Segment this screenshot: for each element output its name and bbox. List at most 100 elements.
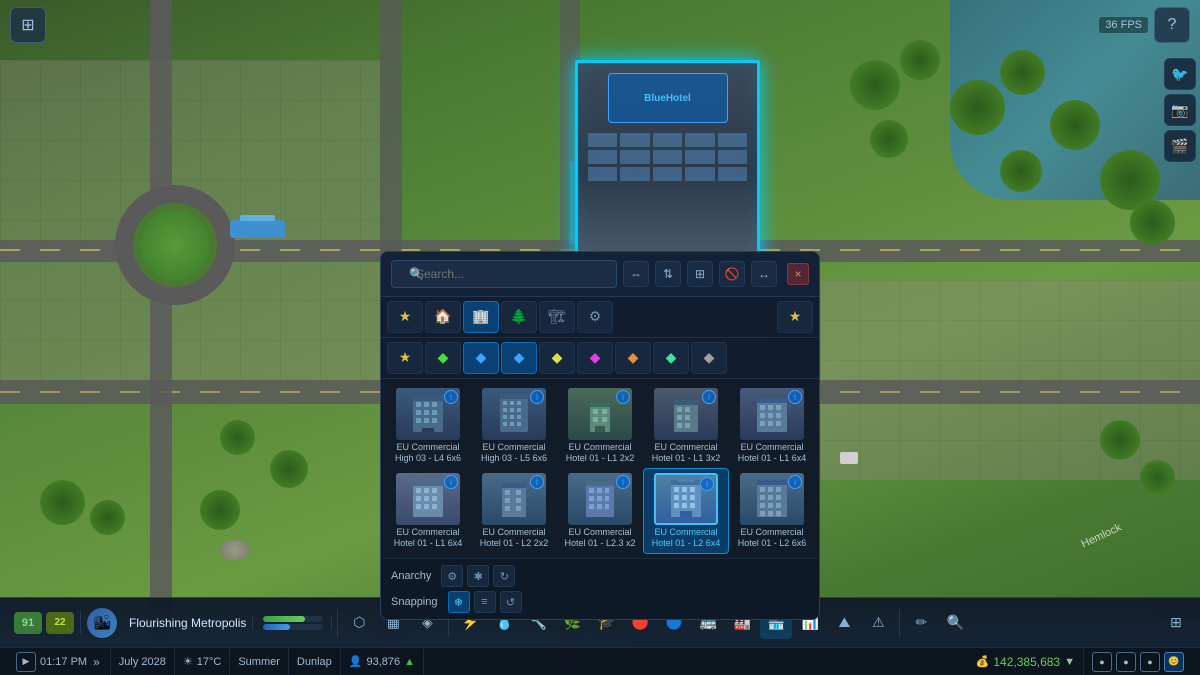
status-btn-3[interactable]: ● <box>1140 652 1160 672</box>
info-indicator: i <box>616 475 630 489</box>
chirper-button[interactable]: 🐦 <box>1164 58 1196 90</box>
screenshot-button[interactable]: 📷 <box>1164 94 1196 126</box>
info-indicator: i <box>788 475 802 489</box>
status-btn-2[interactable]: ● <box>1116 652 1136 672</box>
right-sidebar: 🐦 📷 🎬 <box>1160 50 1200 620</box>
city-name-label: Flourishing Metropolis <box>123 616 253 630</box>
building-name: EU Commercial High 03 - L5 6x6 <box>478 442 550 464</box>
building-card[interactable]: i EU Commercial High 03 - L5 6x6 <box>471 383 557 469</box>
subtab-leisure[interactable]: ◆ <box>577 342 613 374</box>
speed-fast[interactable]: » <box>91 655 102 669</box>
status-btn-1[interactable]: ● <box>1092 652 1112 672</box>
landscape-icon: ⛰ <box>839 614 851 631</box>
building-thumbnail-svg <box>580 477 620 521</box>
building-card[interactable]: i EU Commercial Hotel 01 - L1 2x2 <box>557 383 643 469</box>
location-display: Dunlap <box>289 648 341 675</box>
tab-settings[interactable]: ⚙ <box>577 301 613 333</box>
anarchy-group: Anarchy ⚙ ✱ ↻ Snapping ❄ ≡ ↺ <box>391 565 522 613</box>
building-name: EU Commercial Hotel 01 - L1 6x4 <box>392 527 464 549</box>
tab-parks[interactable]: 🌲 <box>501 301 537 333</box>
sun-icon: ☀ <box>183 655 193 668</box>
happiness-1-badge: 91 <box>14 612 42 634</box>
play-button[interactable]: ▶ <box>16 652 36 672</box>
tab-industry[interactable]: 🏗 <box>539 301 575 333</box>
info-indicator: i <box>700 477 714 491</box>
population-display: 👤 93,876 ▲ <box>341 648 424 675</box>
subtab-food[interactable]: ◆ <box>615 342 651 374</box>
city-avatar: 🏙 <box>87 608 117 638</box>
toolbar-landscape[interactable]: ⛰ <box>828 607 860 639</box>
building-card[interactable]: i EU Commercial Hotel 01 - L2.3 x2 <box>557 468 643 554</box>
building-name: EU Commercial High 03 - L4 6x6 <box>392 442 464 464</box>
subtab-mixed[interactable]: ◆ <box>539 342 575 374</box>
top-bar: ⊞ 36 FPS ? <box>0 0 1200 50</box>
building-search-input[interactable] <box>391 260 617 288</box>
snapping-freeze-btn[interactable]: ❄ <box>448 591 470 613</box>
population-icon: 👤 <box>349 655 363 668</box>
building-name-selected: EU Commercial Hotel 01 - L2 6x4 <box>650 527 722 549</box>
menu-button[interactable]: ⊞ <box>10 7 46 43</box>
building-card[interactable]: i EU Commercial Hotel 01 - L1 3x2 <box>643 383 729 469</box>
pop-trend-icon: ▲ <box>404 656 415 668</box>
tab-residential[interactable]: 🏠 <box>425 301 461 333</box>
road-label-hemlock: Hemlock <box>1079 522 1123 551</box>
close-button[interactable]: × <box>787 263 809 285</box>
subcategory-tab-row: ★ ◆ ◆ ◆ ◆ ◆ ◆ ◆ ◆ <box>381 338 819 379</box>
building-card[interactable]: i EU Commercial Hotel 01 - L2 2x2 <box>471 468 557 554</box>
panel-bottom: Anarchy ⚙ ✱ ↻ Snapping ❄ ≡ ↺ <box>381 558 819 619</box>
time-controls: ▶ 01:17 PM » <box>8 648 111 675</box>
building-name: EU Commercial Hotel 01 - L1 3x2 <box>650 442 722 464</box>
subtab-high[interactable]: ◆ <box>501 342 537 374</box>
cinematic-button[interactable]: 🎬 <box>1164 130 1196 162</box>
building-name: EU Commercial Hotel 01 - L1 2x2 <box>564 442 636 464</box>
building-card-selected[interactable]: i EU Commercial Hotel 01 - L2 6x4 <box>643 468 729 554</box>
panel-header: 🔍 ⇔ ⇅ ⊞ 🚫 ↔ × <box>381 252 819 297</box>
building-card[interactable]: i EU Commercial Hotel 01 - L1 6x4 <box>729 383 815 469</box>
toolbar-info-right[interactable]: ⊞ <box>1160 607 1192 639</box>
building-thumbnail-svg <box>580 392 620 436</box>
status-btn-4[interactable]: 😊 <box>1164 652 1184 672</box>
filter-button[interactable]: ⊞ <box>687 261 713 287</box>
tab-fav-right[interactable]: ★ <box>777 301 813 333</box>
subtab-med[interactable]: ◆ <box>463 342 499 374</box>
snapping-rotate-btn[interactable]: ↺ <box>500 591 522 613</box>
help-button[interactable]: ? <box>1154 7 1190 43</box>
season-display: Summer <box>230 648 289 675</box>
toolbar-search[interactable]: 🔍 <box>939 607 971 639</box>
building-card[interactable]: i EU Commercial Hotel 01 - L2 6x6 <box>729 468 815 554</box>
anarchy-star-btn[interactable]: ✱ <box>467 565 489 587</box>
money-icon: 💰 <box>976 655 990 668</box>
toolbar-bulldoze[interactable]: ✏ <box>905 607 937 639</box>
building-thumbnail-svg <box>494 477 534 521</box>
expand-button[interactable]: ⇔ <box>623 261 649 287</box>
disable-button[interactable]: 🚫 <box>719 261 745 287</box>
anarchy-settings-btn[interactable]: ⚙ <box>441 565 463 587</box>
subtab-low[interactable]: ◆ <box>425 342 461 374</box>
snapping-grid-btn[interactable]: ≡ <box>474 591 496 613</box>
anarchy-reset-btn[interactable]: ↻ <box>493 565 515 587</box>
info-indicator: i <box>616 390 630 404</box>
weather-display: ☀ 17°C <box>175 648 230 675</box>
building-thumbnail-svg <box>408 477 448 521</box>
cinematic-icon: 🎬 <box>1171 138 1188 155</box>
subtab-favorites[interactable]: ★ <box>387 342 423 374</box>
compare-button[interactable]: ↔ <box>751 261 777 287</box>
subtab-other[interactable]: ◆ <box>691 342 727 374</box>
building-card[interactable]: i EU Commercial High 03 - L4 6x6 <box>385 383 471 469</box>
snapping-label: Snapping <box>391 596 438 608</box>
info-indicator: i <box>702 390 716 404</box>
sort-button[interactable]: ⇅ <box>655 261 681 287</box>
tab-favorites[interactable]: ★ <box>387 301 423 333</box>
building-card[interactable]: i EU Commercial Hotel 01 - L1 6x4 <box>385 468 471 554</box>
date-display: July 2028 <box>111 648 175 675</box>
money-trend: ▼ <box>1064 656 1075 668</box>
toolbar-roads[interactable]: ⬡ <box>343 607 375 639</box>
anarchy-label: Anarchy <box>391 570 431 582</box>
toolbar-disasters[interactable]: ⚠ <box>862 607 894 639</box>
subtab-hotel[interactable]: ◆ <box>653 342 689 374</box>
tab-commercial[interactable]: 🏢 <box>463 301 499 333</box>
building-name: EU Commercial Hotel 01 - L1 6x4 <box>736 442 808 464</box>
building-thumbnail-svg <box>752 477 792 521</box>
disasters-icon: ⚠ <box>872 614 885 631</box>
info-indicator: i <box>444 390 458 404</box>
